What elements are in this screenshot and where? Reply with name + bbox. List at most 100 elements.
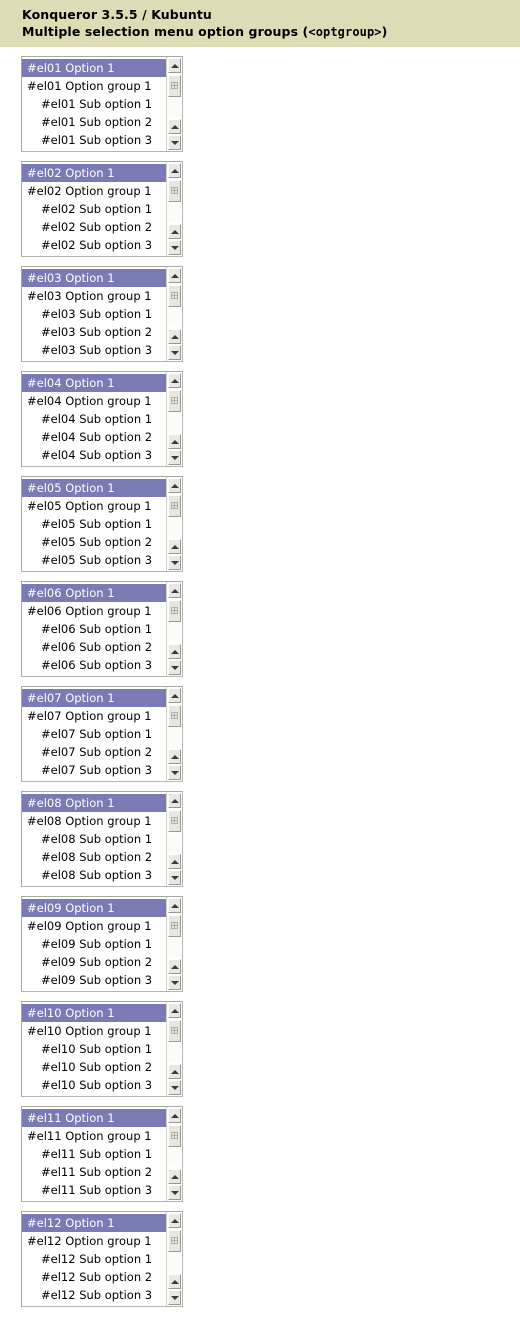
sub-option[interactable]: #el06 Sub option 2 <box>22 638 166 656</box>
scroll-up-button-bottom[interactable] <box>168 224 181 239</box>
scroll-up-button-bottom[interactable] <box>168 959 181 974</box>
sub-option[interactable]: #el07 Sub option 1 <box>22 725 166 743</box>
scroll-down-button[interactable] <box>168 1080 181 1095</box>
sub-option[interactable]: #el01 Sub option 1 <box>22 95 166 113</box>
scroll-up-button-top[interactable] <box>168 1003 181 1018</box>
scroll-down-button[interactable] <box>168 1185 181 1200</box>
scroll-up-button-top[interactable] <box>168 1213 181 1228</box>
vertical-scrollbar[interactable] <box>166 1212 182 1306</box>
scrollbar-thumb[interactable] <box>168 390 181 412</box>
sub-option[interactable]: #el09 Sub option 1 <box>22 935 166 953</box>
option-group-label[interactable]: #el02 Option group 1 <box>22 182 166 200</box>
sub-option[interactable]: #el12 Sub option 2 <box>22 1268 166 1286</box>
sub-option[interactable]: #el06 Sub option 1 <box>22 620 166 638</box>
option-group-label[interactable]: #el12 Option group 1 <box>22 1232 166 1250</box>
scrollbar-track[interactable] <box>168 623 181 642</box>
sub-option[interactable]: #el12 Sub option 3 <box>22 1286 166 1304</box>
scroll-down-button[interactable] <box>168 450 181 465</box>
vertical-scrollbar[interactable] <box>166 477 182 571</box>
scrollbar-track[interactable] <box>168 203 181 222</box>
scrollbar-thumb[interactable] <box>168 915 181 937</box>
listbox-el04[interactable]: #el04 Option 1 #el04 Option group 1 #el04 … <box>21 371 183 467</box>
scrollbar-thumb[interactable] <box>168 1020 181 1042</box>
option-group-label[interactable]: #el07 Option group 1 <box>22 707 166 725</box>
scroll-down-button[interactable] <box>168 555 181 570</box>
sub-option[interactable]: #el05 Sub option 3 <box>22 551 166 569</box>
sub-option[interactable]: #el11 Sub option 1 <box>22 1145 166 1163</box>
scrollbar-track[interactable] <box>168 833 181 852</box>
scroll-down-button[interactable] <box>168 975 181 990</box>
sub-option[interactable]: #el10 Sub option 3 <box>22 1076 166 1094</box>
scrollbar-thumb[interactable] <box>168 495 181 517</box>
sub-option[interactable]: #el12 Sub option 1 <box>22 1250 166 1268</box>
sub-option[interactable]: #el08 Sub option 1 <box>22 830 166 848</box>
vertical-scrollbar[interactable] <box>166 1002 182 1096</box>
sub-option[interactable]: #el06 Sub option 3 <box>22 656 166 674</box>
listbox-el10[interactable]: #el10 Option 1 #el10 Option group 1 #el10 … <box>21 1001 183 1097</box>
vertical-scrollbar[interactable] <box>166 372 182 466</box>
sub-option[interactable]: #el09 Sub option 3 <box>22 971 166 989</box>
scroll-down-button[interactable] <box>168 765 181 780</box>
scrollbar-track[interactable] <box>168 1253 181 1272</box>
scroll-down-button[interactable] <box>168 135 181 150</box>
sub-option[interactable]: #el04 Sub option 1 <box>22 410 166 428</box>
scroll-down-button[interactable] <box>168 345 181 360</box>
option-selected[interactable]: #el05 Option 1 <box>22 479 166 497</box>
sub-option[interactable]: #el08 Sub option 3 <box>22 866 166 884</box>
scroll-up-button-bottom[interactable] <box>168 1169 181 1184</box>
scroll-up-button-bottom[interactable] <box>168 434 181 449</box>
sub-option[interactable]: #el02 Sub option 2 <box>22 218 166 236</box>
scroll-up-button-top[interactable] <box>168 478 181 493</box>
option-group-label[interactable]: #el10 Option group 1 <box>22 1022 166 1040</box>
scroll-up-button-top[interactable] <box>168 58 181 73</box>
option-group-label[interactable]: #el08 Option group 1 <box>22 812 166 830</box>
sub-option[interactable]: #el01 Sub option 2 <box>22 113 166 131</box>
scrollbar-track[interactable] <box>168 1043 181 1062</box>
scroll-up-button-bottom[interactable] <box>168 119 181 134</box>
listbox-el08[interactable]: #el08 Option 1 #el08 Option group 1 #el08 … <box>21 791 183 887</box>
option-selected[interactable]: #el03 Option 1 <box>22 269 166 287</box>
scrollbar-thumb[interactable] <box>168 180 181 202</box>
sub-option[interactable]: #el10 Sub option 1 <box>22 1040 166 1058</box>
option-selected[interactable]: #el10 Option 1 <box>22 1004 166 1022</box>
vertical-scrollbar[interactable] <box>166 897 182 991</box>
vertical-scrollbar[interactable] <box>166 267 182 361</box>
scrollbar-thumb[interactable] <box>168 810 181 832</box>
scroll-up-button-top[interactable] <box>168 268 181 283</box>
scrollbar-track[interactable] <box>168 518 181 537</box>
scroll-up-button-top[interactable] <box>168 583 181 598</box>
scrollbar-track[interactable] <box>168 98 181 117</box>
scrollbar-track[interactable] <box>168 1148 181 1167</box>
option-group-label[interactable]: #el01 Option group 1 <box>22 77 166 95</box>
listbox-el09[interactable]: #el09 Option 1 #el09 Option group 1 #el09 … <box>21 896 183 992</box>
option-selected[interactable]: #el02 Option 1 <box>22 164 166 182</box>
option-selected[interactable]: #el11 Option 1 <box>22 1109 166 1127</box>
option-selected[interactable]: #el08 Option 1 <box>22 794 166 812</box>
scrollbar-track[interactable] <box>168 413 181 432</box>
option-selected[interactable]: #el01 Option 1 <box>22 59 166 77</box>
listbox-el05[interactable]: #el05 Option 1 #el05 Option group 1 #el05 … <box>21 476 183 572</box>
option-group-label[interactable]: #el05 Option group 1 <box>22 497 166 515</box>
sub-option[interactable]: #el03 Sub option 1 <box>22 305 166 323</box>
scrollbar-thumb[interactable] <box>168 1125 181 1147</box>
option-selected[interactable]: #el04 Option 1 <box>22 374 166 392</box>
sub-option[interactable]: #el02 Sub option 3 <box>22 236 166 254</box>
scroll-up-button-bottom[interactable] <box>168 1274 181 1289</box>
scrollbar-thumb[interactable] <box>168 75 181 97</box>
option-group-label[interactable]: #el06 Option group 1 <box>22 602 166 620</box>
scroll-down-button[interactable] <box>168 660 181 675</box>
scroll-down-button[interactable] <box>168 240 181 255</box>
sub-option[interactable]: #el05 Sub option 1 <box>22 515 166 533</box>
option-selected[interactable]: #el06 Option 1 <box>22 584 166 602</box>
option-selected[interactable]: #el12 Option 1 <box>22 1214 166 1232</box>
scrollbar-track[interactable] <box>168 938 181 957</box>
scroll-up-button-bottom[interactable] <box>168 644 181 659</box>
scrollbar-thumb[interactable] <box>168 705 181 727</box>
option-selected[interactable]: #el07 Option 1 <box>22 689 166 707</box>
listbox-el01[interactable]: #el01 Option 1 #el01 Option group 1 #el01 … <box>21 56 183 152</box>
vertical-scrollbar[interactable] <box>166 792 182 886</box>
option-group-label[interactable]: #el09 Option group 1 <box>22 917 166 935</box>
listbox-el07[interactable]: #el07 Option 1 #el07 Option group 1 #el07 … <box>21 686 183 782</box>
sub-option[interactable]: #el05 Sub option 2 <box>22 533 166 551</box>
vertical-scrollbar[interactable] <box>166 687 182 781</box>
